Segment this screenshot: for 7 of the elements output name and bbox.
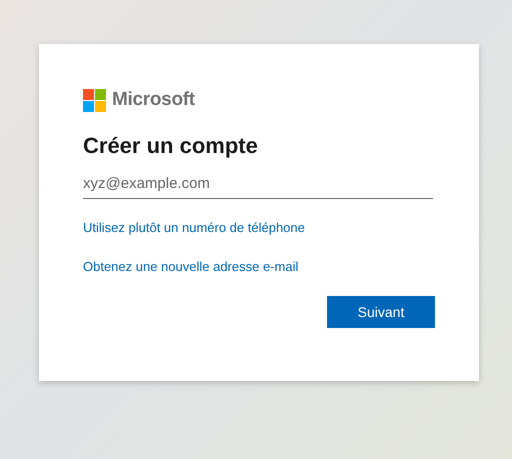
logo-icon xyxy=(83,88,106,112)
page-title: Créer un compte xyxy=(83,132,259,160)
email-field[interactable]: xyz@example.com xyxy=(83,169,433,199)
new-email-link[interactable]: Obtenez une nouvelle adresse e-mail xyxy=(83,256,298,276)
next-button[interactable]: Suivant xyxy=(327,296,435,328)
logo-text: Microsoft xyxy=(112,88,195,112)
phone-link[interactable]: Utilisez plutôt un numéro de téléphone xyxy=(83,218,305,238)
